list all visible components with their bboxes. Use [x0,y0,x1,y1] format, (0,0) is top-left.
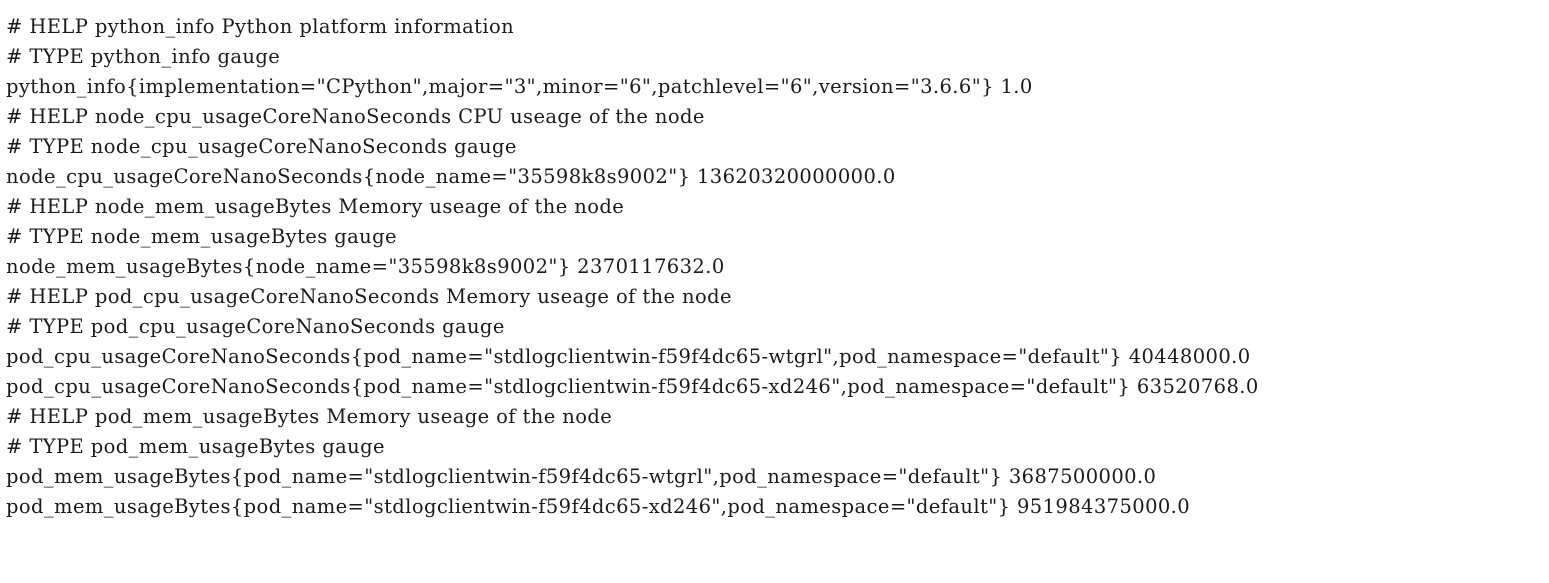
metric-line-help-pod-cpu: # HELP pod_cpu_usageCoreNanoSeconds Memo… [6,285,732,308]
metric-line-help-node-cpu: # HELP node_cpu_usageCoreNanoSeconds CPU… [6,105,705,128]
metric-line-sample-pod-mem-xd246: pod_mem_usageBytes{pod_name="stdlogclien… [6,495,1191,518]
metric-line-sample-pod-mem-wtgrl: pod_mem_usageBytes{pod_name="stdlogclien… [6,465,1157,488]
metric-line-type-python-info: # TYPE python_info gauge [6,45,281,68]
metric-line-type-pod-cpu: # TYPE pod_cpu_usageCoreNanoSeconds gaug… [6,315,505,338]
metric-line-sample-node-mem: node_mem_usageBytes{node_name="35598k8s9… [6,255,725,278]
metric-line-type-node-cpu: # TYPE node_cpu_usageCoreNanoSeconds gau… [6,135,517,158]
metric-line-sample-python-info: python_info{implementation="CPython",maj… [6,75,1033,98]
metric-line-type-pod-mem: # TYPE pod_mem_usageBytes gauge [6,435,385,458]
metric-line-sample-pod-cpu-xd246: pod_cpu_usageCoreNanoSeconds{pod_name="s… [6,375,1259,398]
metric-line-help-pod-mem: # HELP pod_mem_usageBytes Memory useage … [6,405,613,428]
metric-line-type-node-mem: # TYPE node_mem_usageBytes gauge [6,225,397,248]
metric-line-help-python-info: # HELP python_info Python platform infor… [6,15,515,38]
metrics-output: # HELP python_info Python platform infor… [0,0,1549,522]
metric-line-sample-node-cpu: node_cpu_usageCoreNanoSeconds{node_name=… [6,165,896,188]
metric-line-help-node-mem: # HELP node_mem_usageBytes Memory useage… [6,195,625,218]
metric-line-sample-pod-cpu-wtgrl: pod_cpu_usageCoreNanoSeconds{pod_name="s… [6,345,1251,368]
